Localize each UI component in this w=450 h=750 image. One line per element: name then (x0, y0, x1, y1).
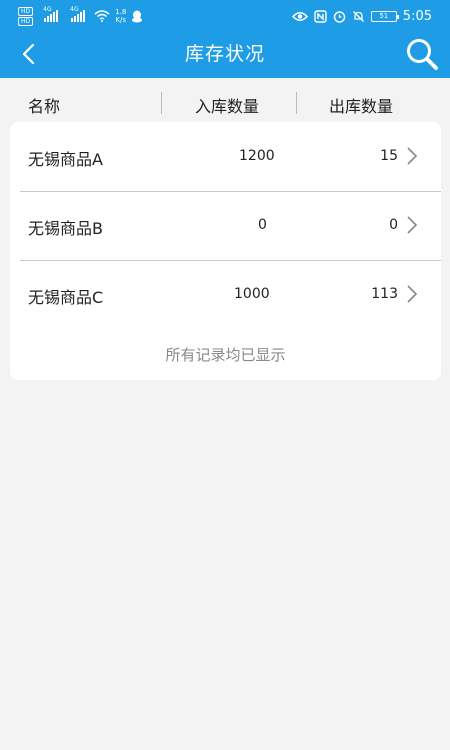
app-bar: 库存状况 (0, 30, 450, 78)
hd-badge: HD (18, 6, 34, 16)
item-name: 无锡商品B (28, 219, 103, 238)
page-title: 库存状况 (184, 43, 265, 65)
signal-icon: 4G (70, 6, 86, 22)
chevron-right-icon (407, 216, 418, 234)
qq-icon (132, 10, 143, 22)
item-in-qty: 0 (258, 217, 267, 233)
item-name: 无锡商品A (28, 150, 103, 169)
status-right: 51 5:05 (291, 5, 432, 27)
column-out-qty-header: 出库数量 (329, 97, 394, 116)
status-time: 5:05 (402, 8, 432, 24)
item-out-qty: 0 (389, 217, 398, 233)
wifi-icon (94, 10, 110, 22)
item-out-qty: 113 (371, 286, 398, 302)
item-in-qty: 1200 (239, 148, 275, 164)
eye-icon (291, 11, 308, 21)
network-speed: 1.8 K/s (115, 8, 127, 24)
hd-badge: HD (18, 16, 34, 26)
status-left: HD HD 4G 4G 1.8 K/s (18, 5, 143, 27)
search-button[interactable] (402, 34, 442, 74)
column-separator (296, 92, 297, 114)
battery-icon: 51 (370, 10, 399, 22)
signal-label: 4G (43, 6, 52, 13)
column-in-qty-header: 入库数量 (195, 97, 260, 116)
signal-icon: 4G (43, 6, 59, 22)
column-name-header: 名称 (28, 97, 61, 116)
top-bar: HD HD 4G 4G 1.8 K/s 51 5:05 库存状况 (0, 0, 450, 78)
item-out-qty: 15 (380, 148, 398, 164)
list-item[interactable]: 无锡商品C 1000 113 (10, 260, 441, 329)
list-item[interactable]: 无锡商品A 1200 15 (10, 122, 441, 191)
all-records-shown-note: 所有记录均已显示 (165, 346, 286, 364)
nfc-icon (314, 9, 327, 23)
column-separator (161, 92, 162, 114)
signal-label: 4G (70, 6, 79, 13)
alarm-icon (333, 10, 345, 23)
chevron-right-icon (407, 285, 418, 303)
item-name: 无锡商品C (28, 288, 104, 307)
item-in-qty: 1000 (234, 286, 270, 302)
mute-bell-icon (352, 10, 364, 22)
list-item[interactable]: 无锡商品B 0 0 (10, 191, 441, 260)
network-badges: HD HD (18, 6, 34, 26)
inventory-list: 无锡商品A 1200 15 无锡商品B 0 0 无锡商品C 1000 113 所… (10, 122, 441, 380)
search-icon (407, 39, 438, 70)
column-header: 名称 入库数量 出库数量 (0, 78, 450, 128)
chevron-right-icon (407, 147, 418, 165)
status-bar: HD HD 4G 4G 1.8 K/s 51 5:05 (0, 0, 450, 30)
